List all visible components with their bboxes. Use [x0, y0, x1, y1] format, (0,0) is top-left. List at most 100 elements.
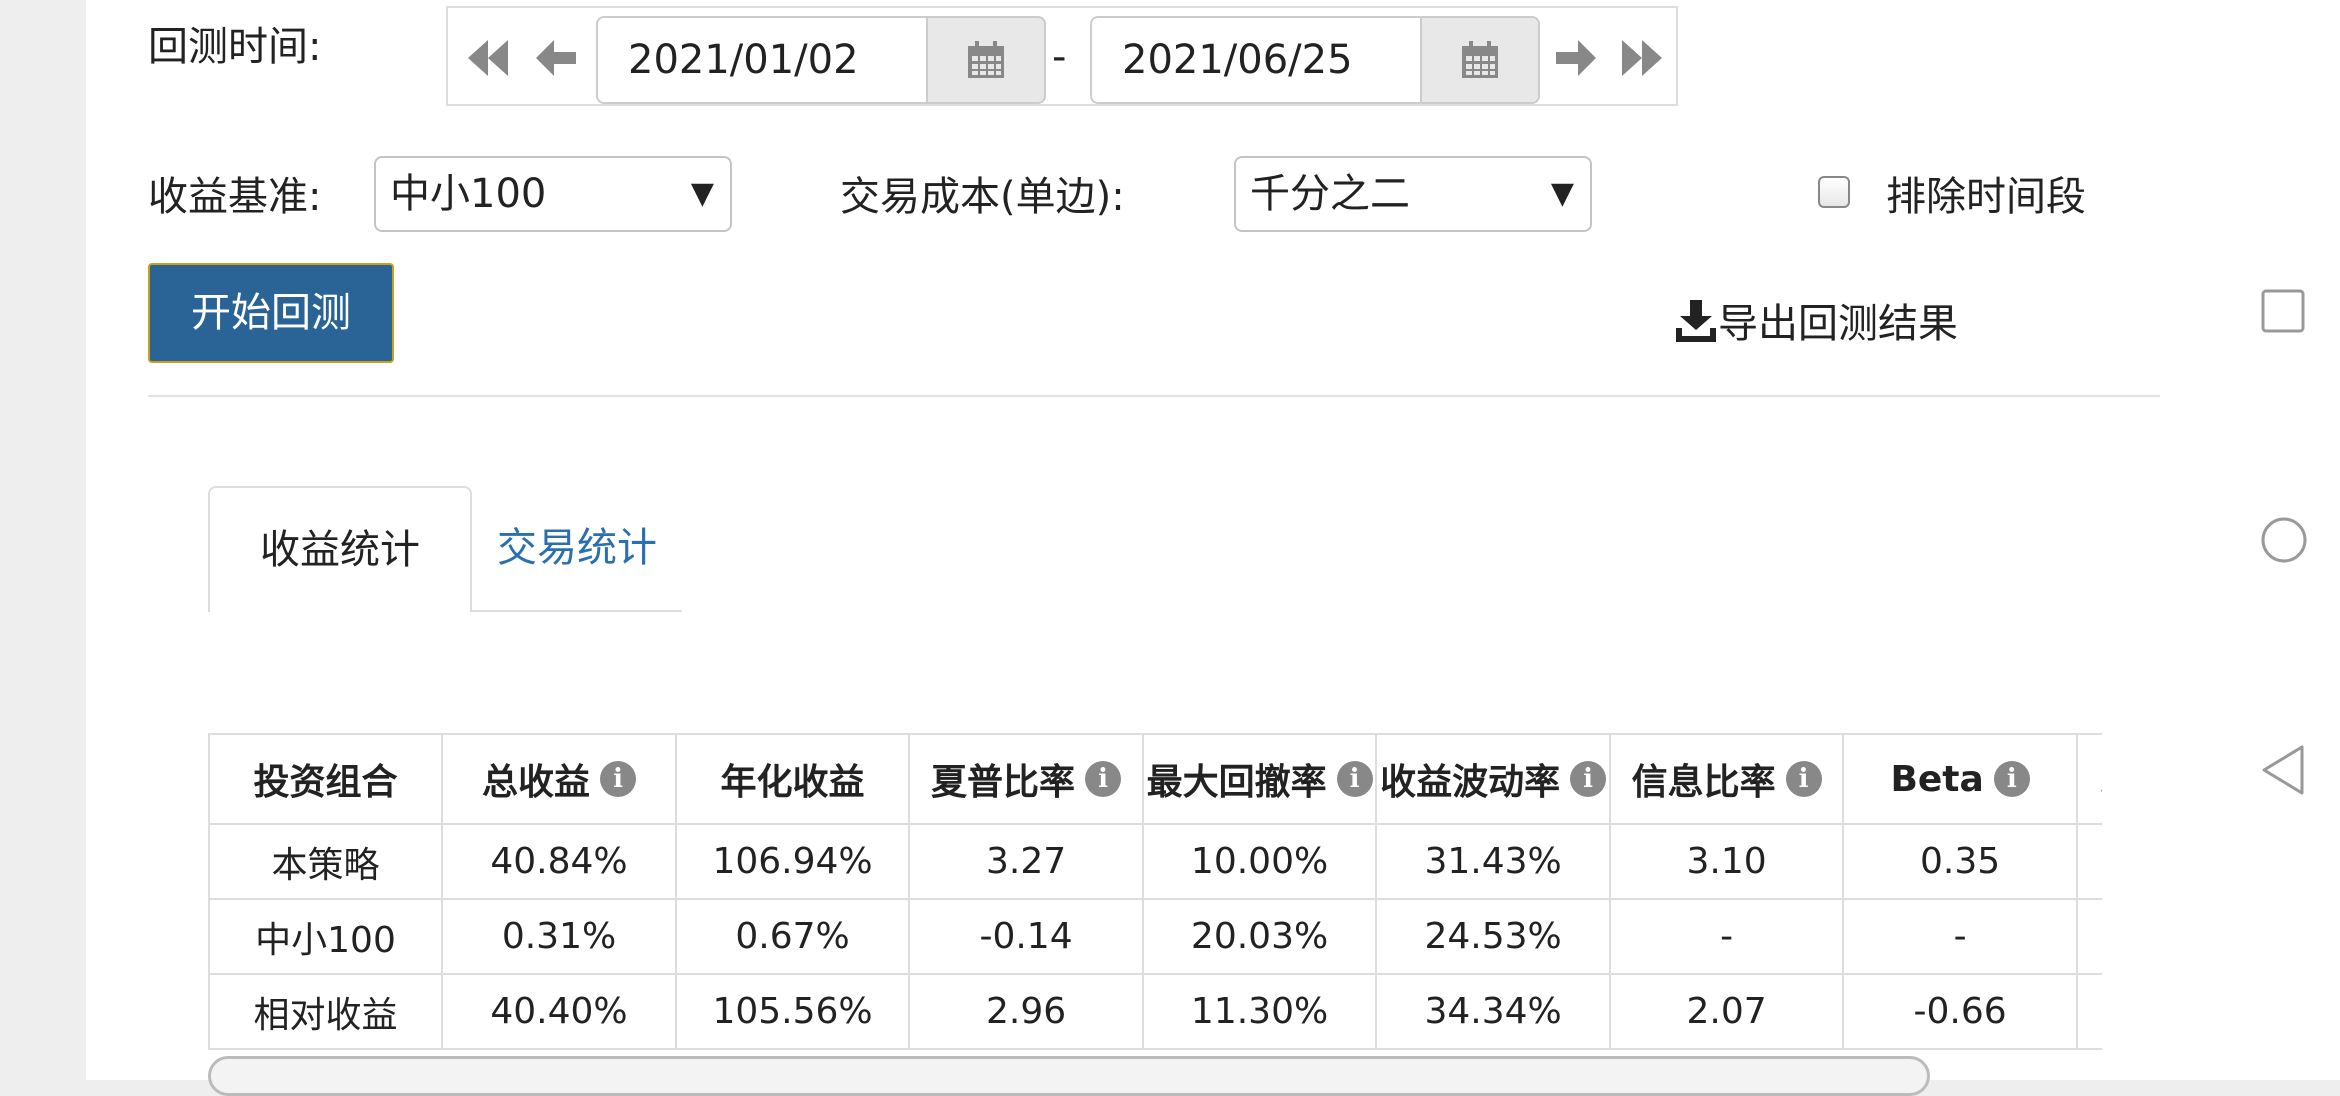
table-cell: 3.10: [1609, 823, 1845, 900]
calendar-icon: [1462, 41, 1498, 78]
header-cell-content: 最大回撤率 i: [1145, 753, 1374, 805]
table-cell: -: [1609, 898, 1845, 975]
start-calendar-button[interactable]: [928, 16, 1046, 104]
table-cell: -0.66: [1842, 973, 2079, 1050]
header-label: Alpha: [2101, 759, 2102, 800]
start-date-input[interactable]: 2021/01/02: [596, 16, 928, 104]
table-header-row: 投资组合总收益i年化收益夏普比率i最大回撤率i收益波动率i信息比率iBetaiA…: [208, 733, 2102, 825]
benchmark-label: 收益基准:: [148, 174, 322, 220]
download-icon: [1676, 300, 1716, 342]
info-icon[interactable]: i: [600, 761, 637, 797]
table-cell: 34.34%: [1375, 973, 1612, 1050]
header-cell-content: 年化收益: [678, 753, 907, 805]
dropdown-arrow-icon: ▼: [690, 176, 714, 211]
table-cell: 105.56%: [675, 973, 911, 1050]
date-range-picker: 2021/01/02 - 2021/06/25: [446, 6, 1678, 106]
table-cell: 0.31%: [441, 898, 678, 975]
tab-underline: [472, 610, 682, 612]
system-navigation-bar: [2224, 0, 2340, 1080]
export-results-button[interactable]: 导出回测结果: [1676, 290, 1958, 350]
return-stats-table: 投资组合总收益i年化收益夏普比率i最大回撤率i收益波动率i信息比率iBetaiA…: [208, 733, 2102, 1050]
table-row: 相对收益 40.40% 105.56% 2.96 11.30% 34.34% 2.07 -0.…: [208, 973, 2102, 1050]
info-icon[interactable]: i: [1336, 761, 1373, 797]
table-cell: 10.00%: [1142, 823, 1378, 900]
tab-trade-stats[interactable]: 交易统计: [472, 486, 682, 612]
table-cell: 相对收益: [208, 973, 444, 1050]
info-icon[interactable]: i: [1085, 761, 1122, 797]
table-cell: 11.30%: [1142, 973, 1378, 1050]
table-cell: 本策略: [208, 823, 444, 900]
table-header-cell: Alphai: [2076, 733, 2102, 825]
table-cell: 40.40%: [441, 973, 678, 1050]
info-icon[interactable]: i: [1570, 761, 1607, 797]
home-icon[interactable]: [2260, 516, 2308, 564]
cost-label: 交易成本(单边):: [840, 174, 1125, 220]
start-backtest-button[interactable]: 开始回测: [148, 263, 394, 363]
info-icon[interactable]: i: [1993, 761, 2030, 797]
end-date-input[interactable]: 2021/06/25: [1090, 16, 1422, 104]
table-cell: 24.53%: [1375, 898, 1612, 975]
header-label: 收益波动率: [1380, 762, 1561, 803]
header-cell-content: Alphai: [2079, 759, 2102, 800]
horizontal-scrollbar[interactable]: [208, 1056, 1930, 1096]
table-cell: [2076, 898, 2102, 975]
table-cell: -: [1842, 898, 2079, 975]
exclude-period-checkbox[interactable]: [1818, 176, 1850, 208]
table-header-cell: 信息比率 i: [1609, 733, 1845, 825]
calendar-icon: [968, 41, 1004, 78]
benchmark-selected-value: 中小100: [390, 171, 547, 217]
cost-selected-value: 千分之二: [1250, 171, 1410, 217]
left-arrow-icon[interactable]: [532, 36, 580, 80]
table-row: 中小100 0.31% 0.67% -0.14 20.03% 24.53% - -: [208, 898, 2102, 975]
table-header-cell: 夏普比率 i: [908, 733, 1145, 825]
header-label: 信息比率: [1631, 762, 1776, 803]
table-header-cell: 年化收益: [675, 733, 911, 825]
double-right-arrow-icon[interactable]: [1618, 36, 1666, 80]
tab-return-stats[interactable]: 收益统计: [208, 486, 472, 612]
section-divider: [148, 395, 2160, 397]
benchmark-select[interactable]: 中小100 ▼: [374, 156, 732, 232]
double-left-arrow-icon[interactable]: [464, 36, 512, 80]
header-cell-content: Beta i: [1845, 758, 2075, 800]
header-cell-content: 总收益 i: [444, 753, 674, 805]
info-icon[interactable]: i: [1785, 761, 1822, 797]
table-cell: 中小100: [208, 898, 444, 975]
header-label: 年化收益: [720, 762, 865, 803]
table-cell: 106.94%: [675, 823, 911, 900]
date-separator: -: [1052, 34, 1067, 80]
table-cell: 0.35: [1842, 823, 2079, 900]
header-label: 最大回撤率: [1146, 762, 1327, 803]
table-cell: [2076, 973, 2102, 1050]
header-label: 总收益: [482, 762, 591, 803]
table-cell: 2.96: [908, 973, 1145, 1050]
table-cell: -0.14: [908, 898, 1145, 975]
table-header-cell: Beta i: [1842, 733, 2079, 825]
table-header-cell: 总收益 i: [441, 733, 678, 825]
back-icon[interactable]: [2260, 744, 2306, 796]
table-header-cell: 投资组合: [208, 733, 444, 825]
table-cell: 31.43%: [1375, 823, 1612, 900]
dropdown-arrow-icon: ▼: [1550, 176, 1574, 211]
header-cell-content: 收益波动率 i: [1378, 753, 1608, 805]
table-cell: 3.27: [908, 823, 1145, 900]
table-cell: 40.84%: [441, 823, 678, 900]
backtest-date-label: 回测时间:: [148, 24, 322, 70]
table-cell: 0.67%: [675, 898, 911, 975]
stats-table-container: 投资组合总收益i年化收益夏普比率i最大回撤率i收益波动率i信息比率iBetaiA…: [208, 733, 2102, 1080]
cost-select[interactable]: 千分之二 ▼: [1234, 156, 1592, 232]
table-cell: [2076, 823, 2102, 900]
table-header-cell: 收益波动率 i: [1375, 733, 1612, 825]
export-results-label: 导出回测结果: [1718, 301, 1958, 347]
header-label: 投资组合: [253, 762, 398, 803]
table-header-cell: 最大回撤率 i: [1142, 733, 1378, 825]
end-calendar-button[interactable]: [1422, 16, 1540, 104]
exclude-period-label: 排除时间段: [1886, 174, 2086, 220]
recent-apps-icon[interactable]: [2260, 288, 2306, 334]
right-arrow-icon[interactable]: [1552, 36, 1600, 80]
page-content: 回测时间: 2021/01/02 - 2021/06/25 收益基准: 中小10…: [86, 0, 2224, 1096]
table-cell: 2.07: [1609, 973, 1845, 1050]
header-label: 夏普比率: [931, 762, 1076, 803]
header-cell-content: 夏普比率 i: [911, 753, 1141, 805]
header-cell-content: 信息比率 i: [1612, 753, 1841, 805]
header-label: Beta: [1890, 758, 1984, 800]
